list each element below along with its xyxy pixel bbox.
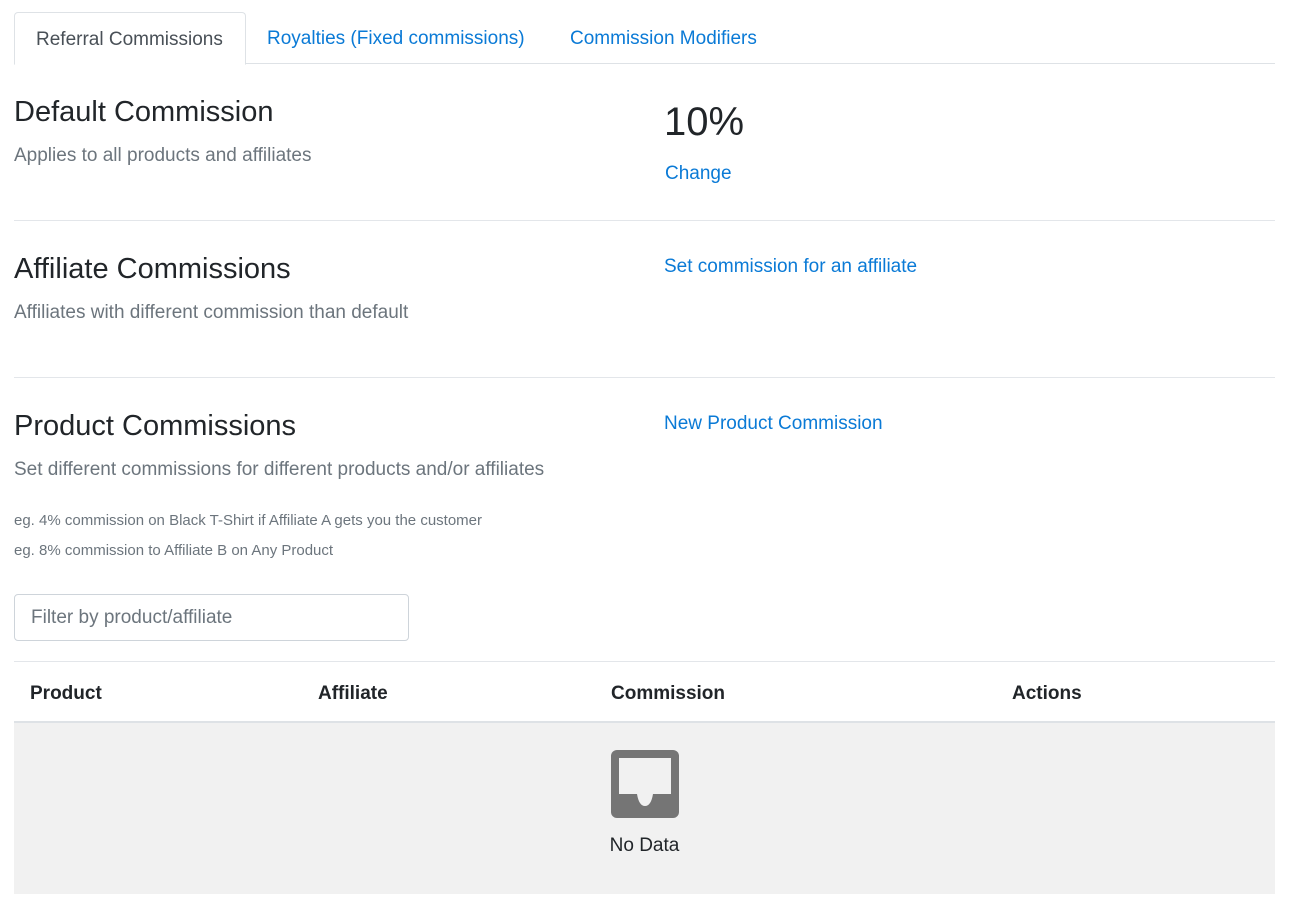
column-header-affiliate[interactable]: Affiliate: [318, 662, 388, 723]
affiliate-commissions-subtitle: Affiliates with different commission tha…: [14, 302, 409, 323]
product-commissions-subtitle: Set different commissions for different …: [14, 459, 545, 480]
inbox-icon: [611, 750, 679, 818]
new-product-commission-link[interactable]: New Product Commission: [664, 413, 883, 435]
change-default-commission-link[interactable]: Change: [665, 163, 732, 185]
default-commission-title: Default Commission: [14, 96, 274, 128]
tab-commission-modifiers[interactable]: Commission Modifiers: [549, 12, 778, 64]
column-header-actions: Actions: [1012, 683, 1082, 704]
tab-referral-commissions[interactable]: Referral Commissions: [14, 12, 246, 65]
section-divider: [14, 220, 1275, 221]
empty-state: No Data: [14, 723, 1275, 894]
affiliate-commissions-title: Affiliate Commissions: [14, 253, 291, 285]
product-commissions-title: Product Commissions: [14, 410, 297, 442]
example-note: eg. 4% commission on Black T-Shirt if Af…: [14, 512, 483, 529]
column-header-product[interactable]: Product: [30, 662, 102, 723]
example-note: eg. 8% commission to Affiliate B on Any …: [14, 542, 334, 559]
filter-input[interactable]: [14, 594, 409, 641]
section-divider: [14, 377, 1275, 378]
tab-bar: Referral Commissions Royalties (Fixed co…: [14, 12, 1275, 65]
default-commission-value: 10%: [664, 100, 745, 144]
empty-state-text: No Data: [609, 835, 680, 856]
table-header: Product Affiliate Commission Actions: [14, 662, 1275, 723]
column-header-commission[interactable]: Commission: [611, 662, 725, 723]
default-commission-subtitle: Applies to all products and affiliates: [14, 145, 312, 166]
set-affiliate-commission-link[interactable]: Set commission for an affiliate: [664, 256, 917, 278]
tab-royalties[interactable]: Royalties (Fixed commissions): [246, 12, 546, 64]
